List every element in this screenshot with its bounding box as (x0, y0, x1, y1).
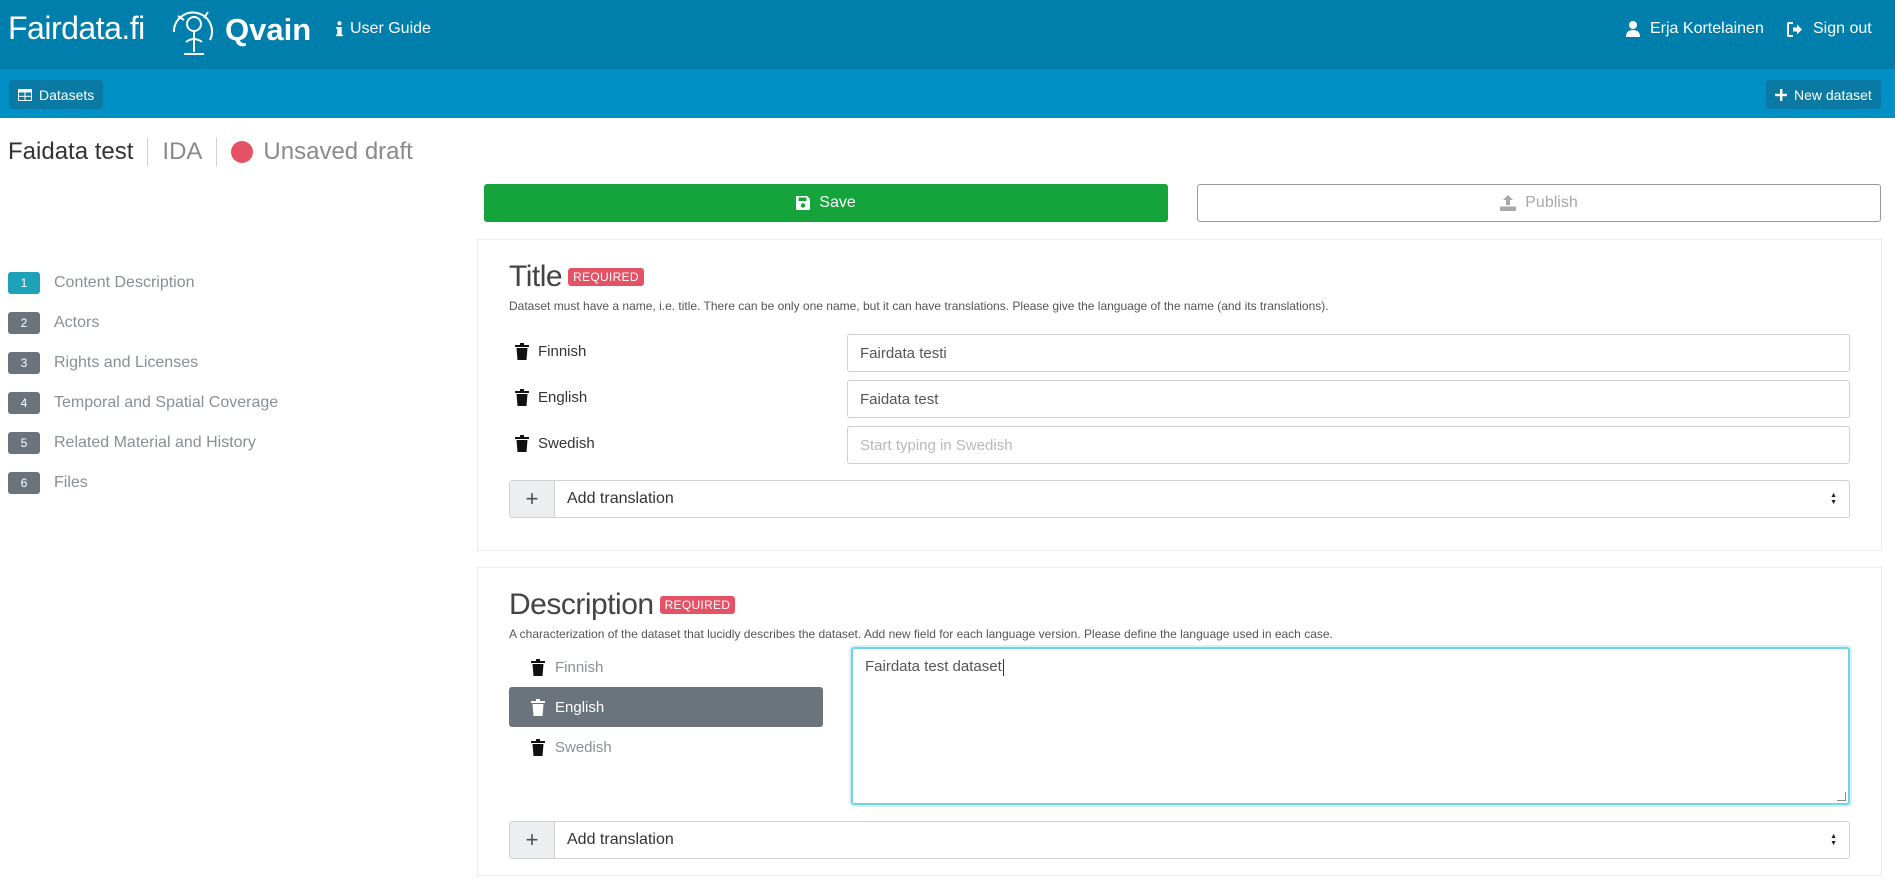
required-badge: REQUIRED (659, 596, 736, 614)
storage-label: IDA (162, 138, 203, 165)
dataset-name: Faidata test (8, 138, 134, 165)
sign-out-button[interactable]: Sign out (1787, 20, 1872, 38)
step-temporal-and-spatial-coverage[interactable]: 4 Temporal and Spatial Coverage (8, 383, 278, 423)
trash-icon[interactable] (515, 389, 529, 406)
user-icon (1626, 21, 1640, 37)
trash-icon[interactable] (531, 658, 545, 676)
datasets-label: Datasets (39, 86, 95, 103)
sub-bar: Datasets New dataset (0, 69, 1895, 118)
step-content-description[interactable]: 1 Content Description (8, 263, 278, 303)
title-lang-swedish: Swedish (515, 435, 595, 452)
trash-icon[interactable] (531, 698, 545, 716)
step-label: Related Material and History (54, 434, 256, 451)
add-translation-label: Add translation (567, 490, 674, 507)
step-label: Rights and Licenses (54, 354, 199, 371)
add-translation-select[interactable]: Add translation ▲ ▼ (555, 481, 1849, 517)
step-number: 6 (8, 472, 40, 494)
step-files[interactable]: 6 Files (8, 463, 278, 503)
title-add-translation[interactable]: + Add translation ▲ ▼ (509, 480, 1850, 518)
required-badge: REQUIRED (568, 268, 644, 286)
description-card: Description REQUIRED A characterization … (477, 567, 1882, 876)
title-finnish-input[interactable]: Fairdata testi (847, 334, 1850, 372)
publish-label: Publish (1525, 194, 1578, 211)
step-label: Temporal and Spatial Coverage (54, 394, 279, 411)
lang-label: Swedish (538, 435, 595, 452)
add-translation-plus-icon[interactable]: + (510, 822, 555, 858)
lang-label: English (538, 389, 588, 406)
add-translation-select[interactable]: Add translation ▲ ▼ (555, 822, 1849, 858)
datasets-button[interactable]: Datasets (9, 80, 104, 109)
top-bar: Fairdata.fi Qvain User Guide Erja Kortel… (0, 0, 1895, 69)
plus-icon (1775, 88, 1787, 101)
info-icon (336, 21, 343, 37)
description-add-translation[interactable]: + Add translation ▲ ▼ (509, 821, 1850, 859)
lang-label: Swedish (555, 738, 612, 756)
title-lang-english: English (515, 389, 587, 406)
title-english-input[interactable]: Faidata test (847, 380, 1850, 418)
description-heading-text: Description (509, 588, 654, 621)
step-label: Files (54, 474, 88, 491)
step-actors[interactable]: 2 Actors (8, 303, 278, 343)
user-guide-link[interactable]: User Guide (336, 20, 431, 38)
lang-label: Finnish (555, 658, 604, 676)
step-navigation: 1 Content Description 2 Actors 3 Rights … (8, 263, 278, 503)
description-textarea[interactable]: Fairdata test dataset (851, 647, 1850, 805)
fairdata-logo-icon (172, 11, 213, 55)
new-dataset-label: New dataset (1794, 86, 1872, 103)
product-name[interactable]: Qvain (225, 12, 311, 48)
title-card: Title REQUIRED Dataset must have a name,… (477, 239, 1882, 551)
step-number: 4 (8, 392, 40, 414)
draft-status-label: Unsaved draft (263, 138, 413, 165)
title-swedish-input[interactable]: Start typing in Swedish (847, 426, 1850, 464)
dataset-status-header: Faidata test IDA Unsaved draft (8, 138, 413, 166)
step-related-material-and-history[interactable]: 5 Related Material and History (8, 423, 278, 463)
description-heading: Description REQUIRED (509, 588, 736, 622)
step-number: 2 (8, 312, 40, 334)
brand-name[interactable]: Fairdata.fi (8, 10, 145, 47)
publish-button[interactable]: Publish (1197, 184, 1881, 222)
table-icon (18, 88, 32, 101)
new-dataset-button[interactable]: New dataset (1766, 80, 1881, 109)
lang-label: Finnish (538, 343, 587, 360)
text-cursor (1002, 658, 1004, 676)
floppy-disk-icon (796, 196, 811, 210)
user-menu[interactable]: Erja Kortelainen (1626, 20, 1764, 38)
trash-icon[interactable] (531, 738, 545, 756)
step-number: 3 (8, 352, 40, 374)
upload-icon (1500, 195, 1517, 211)
resize-handle-icon[interactable] (1837, 792, 1846, 801)
user-guide-label: User Guide (350, 20, 431, 37)
divider (147, 138, 149, 166)
trash-icon[interactable] (515, 435, 529, 452)
title-heading-text: Title (509, 260, 563, 293)
draft-status-dot-icon (231, 141, 254, 163)
save-label: Save (819, 194, 856, 211)
select-caret-icon: ▲ ▼ (1830, 833, 1837, 847)
title-lang-finnish: Finnish (515, 343, 586, 360)
step-label: Actors (54, 314, 100, 331)
step-label: Content Description (54, 274, 195, 291)
sign-out-icon (1787, 21, 1802, 37)
description-help-text: A characterization of the dataset that l… (509, 627, 1333, 641)
select-caret-icon: ▲ ▼ (1830, 492, 1837, 506)
title-help-text: Dataset must have a name, i.e. title. Th… (509, 299, 1329, 313)
description-text: Fairdata test dataset (865, 658, 1002, 675)
add-translation-plus-icon[interactable]: + (510, 481, 555, 517)
step-rights-and-licenses[interactable]: 3 Rights and Licenses (8, 343, 278, 383)
description-tab-finnish[interactable]: Finnish (509, 647, 823, 687)
trash-icon[interactable] (515, 343, 529, 360)
lang-label: English (555, 698, 605, 716)
title-heading: Title REQUIRED (509, 260, 644, 294)
description-tab-english[interactable]: English (509, 687, 823, 727)
add-translation-label: Add translation (567, 831, 674, 848)
user-name: Erja Kortelainen (1650, 20, 1764, 37)
sign-out-label: Sign out (1813, 20, 1872, 37)
save-button[interactable]: Save (484, 184, 1168, 222)
divider (216, 138, 218, 166)
step-number: 1 (8, 272, 40, 294)
description-tab-swedish[interactable]: Swedish (509, 727, 823, 767)
step-number: 5 (8, 432, 40, 454)
